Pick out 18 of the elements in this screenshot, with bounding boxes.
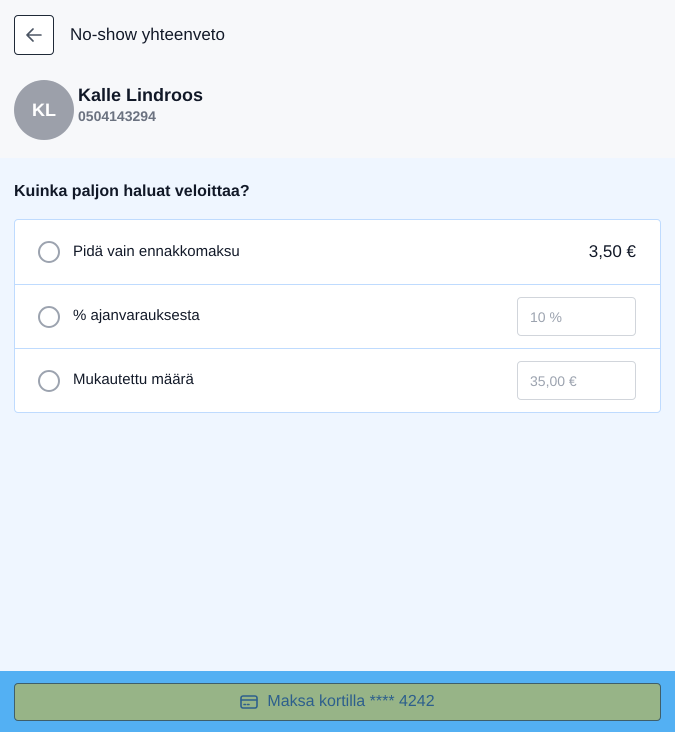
amount-input[interactable]: 35,00 € <box>517 361 636 400</box>
radio-button[interactable] <box>38 370 60 392</box>
option-label: Mukautettu määrä <box>73 370 194 390</box>
amount-text: 3,50 € <box>588 241 636 264</box>
radio-button[interactable] <box>38 306 60 328</box>
amount-input[interactable]: 10 % <box>517 297 636 336</box>
avatar: KL <box>14 80 74 140</box>
page-title: No-show yhteenveto <box>70 24 225 46</box>
customer-phone: 0504143294 <box>78 107 157 126</box>
back-button[interactable] <box>14 15 54 55</box>
option-label: % ajanvarauksesta <box>73 306 200 326</box>
radio-button[interactable] <box>38 241 60 263</box>
back-arrow-icon <box>26 28 42 42</box>
charge-question: Kuinka paljon haluat veloittaa? <box>14 182 251 202</box>
option-label: Pidä vain ennakkomaksu <box>73 242 240 262</box>
customer-name: Kalle Lindroos <box>78 84 204 106</box>
pay-button[interactable]: Maksa kortilla **** 4242 <box>14 683 661 721</box>
credit-card-icon <box>240 695 258 709</box>
